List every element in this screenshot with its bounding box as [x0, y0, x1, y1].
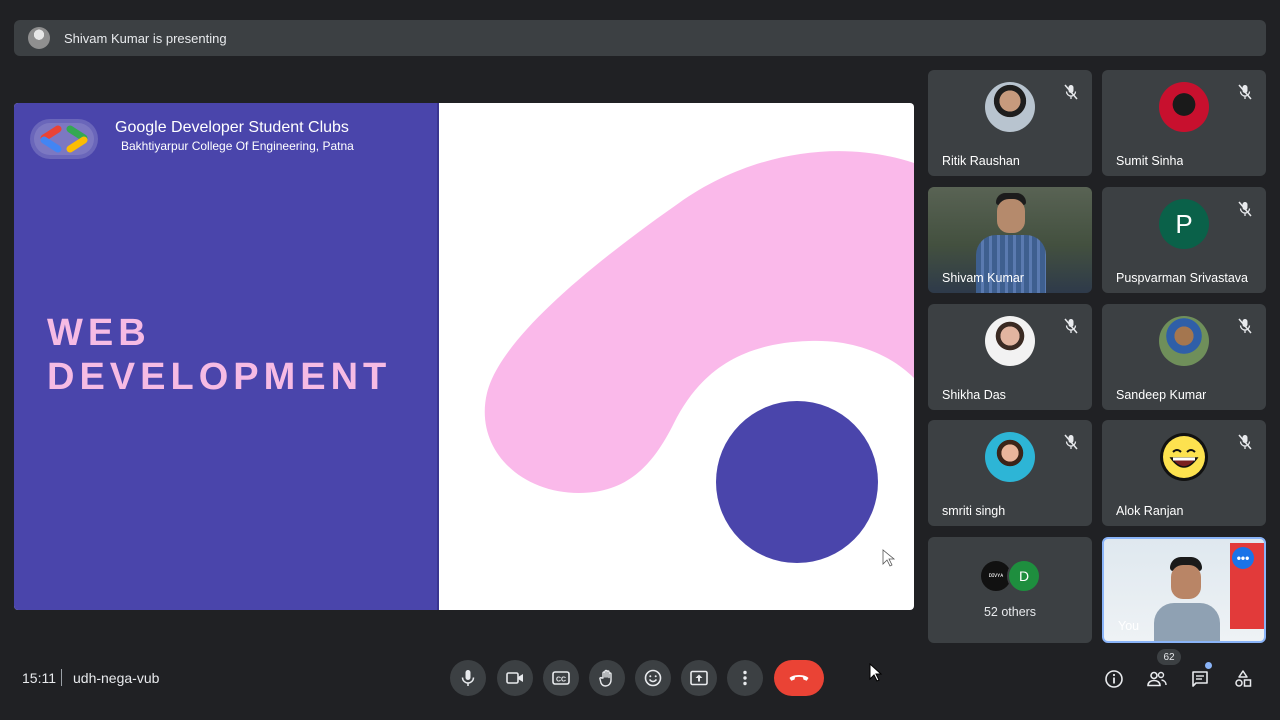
info-icon [1105, 670, 1123, 688]
others-avatar-letter: D [1007, 559, 1041, 593]
mic-off-icon [1238, 434, 1252, 450]
others-tile[interactable]: ᴅɪᴠʏᴀ D 52 others [928, 537, 1092, 643]
more-options-button[interactable] [727, 660, 763, 696]
slide-heading-line2: DEVELOPMENT [47, 356, 392, 398]
mic-off-icon [1238, 84, 1252, 100]
participant-name: Sumit Sinha [1116, 154, 1184, 168]
activities-icon [1235, 670, 1252, 687]
mic-off-icon [1238, 318, 1252, 334]
chat-icon [1192, 671, 1208, 687]
participant-name: Puspvarman Srivastava [1116, 271, 1249, 285]
call-end-icon [789, 675, 809, 681]
org-subtitle: Bakhtiyarpur College Of Engineering, Pat… [121, 139, 354, 153]
participant-tile-shikha[interactable]: Shikha Das [928, 304, 1092, 410]
hand-icon [599, 669, 612, 687]
svg-text:CC: CC [556, 677, 566, 684]
present-screen-icon [690, 670, 708, 686]
participant-name: smriti singh [942, 504, 1006, 518]
others-avatars: ᴅɪᴠʏᴀ D [979, 559, 1041, 593]
purple-circle-shape [716, 401, 878, 563]
participant-name: Sandeep Kumar [1116, 388, 1207, 402]
avatar [985, 316, 1035, 366]
presenter-avatar [28, 27, 50, 49]
gdsc-logo [30, 119, 98, 159]
self-video-person [1152, 557, 1222, 641]
participant-name: Shivam Kumar [942, 271, 1024, 285]
avatar [1159, 82, 1209, 132]
mic-off-icon [1064, 318, 1078, 334]
avatar [1159, 316, 1209, 366]
participant-name: Ritik Raushan [942, 154, 1020, 168]
slide-decoration [484, 151, 914, 567]
laughing-emoji-avatar-icon [1160, 433, 1208, 481]
meeting-time: 15:11 [22, 670, 56, 686]
people-icon [1147, 671, 1167, 687]
participant-tile-smriti[interactable]: smriti singh [928, 420, 1092, 526]
slide-cursor-icon [882, 549, 896, 567]
avatar: P [1159, 199, 1209, 249]
mic-off-icon [1238, 201, 1252, 217]
slide-heading-line1: WEB [47, 312, 151, 354]
more-options-icon[interactable]: ••• [1232, 547, 1254, 569]
participant-name: Shikha Das [942, 388, 1006, 402]
shared-slide: Google Developer Student Clubs Bakhtiyar… [14, 103, 914, 610]
meeting-details-button[interactable] [1101, 666, 1127, 692]
presenting-text: Shivam Kumar is presenting [64, 30, 227, 46]
emoji-icon [644, 669, 662, 687]
mic-off-icon [1064, 84, 1078, 100]
mic-icon [461, 670, 475, 686]
self-view-tile[interactable]: ••• You [1102, 537, 1266, 643]
closed-caption-icon: CC [552, 671, 570, 685]
avatar [985, 432, 1035, 482]
raise-hand-button[interactable] [589, 660, 625, 696]
participant-name: Alok Ranjan [1116, 504, 1184, 518]
people-count-badge: 62 [1157, 649, 1181, 665]
reactions-button[interactable] [635, 660, 671, 696]
participant-tile-sandeep[interactable]: Sandeep Kumar [1102, 304, 1266, 410]
others-label: 52 others [983, 605, 1037, 619]
participant-tile-alok[interactable]: Alok Ranjan [1102, 420, 1266, 526]
meeting-code: udh-nega-vub [73, 670, 160, 686]
slide-left-panel: Google Developer Student Clubs Bakhtiyar… [14, 103, 439, 610]
meeting-separator [61, 669, 62, 686]
avatar [985, 82, 1035, 132]
people-button[interactable] [1144, 666, 1170, 692]
mic-off-icon [1064, 434, 1078, 450]
participant-tile-sumit[interactable]: Sumit Sinha [1102, 70, 1266, 176]
chat-button[interactable] [1187, 666, 1213, 692]
camera-button[interactable] [497, 660, 533, 696]
self-label: You [1118, 619, 1140, 633]
leave-call-button[interactable] [774, 660, 824, 696]
participant-tile-shivam-video[interactable]: Shivam Kumar [928, 187, 1092, 293]
videocam-icon [506, 672, 523, 684]
microphone-button[interactable] [450, 660, 486, 696]
presenting-banner: Shivam Kumar is presenting [14, 20, 1266, 56]
present-button[interactable] [681, 660, 717, 696]
slide-heading: WEB DEVELOPMENT [47, 311, 391, 399]
more-vert-icon [743, 670, 747, 686]
captions-button[interactable]: CC [543, 660, 579, 696]
org-title: Google Developer Student Clubs [115, 119, 349, 136]
activities-button[interactable] [1230, 666, 1256, 692]
chat-notification-dot [1205, 662, 1212, 669]
mouse-cursor-icon [869, 663, 883, 682]
participant-tile-ritik[interactable]: Ritik Raushan [928, 70, 1092, 176]
participant-tile-puspvarman[interactable]: P Puspvarman Srivastava [1102, 187, 1266, 293]
